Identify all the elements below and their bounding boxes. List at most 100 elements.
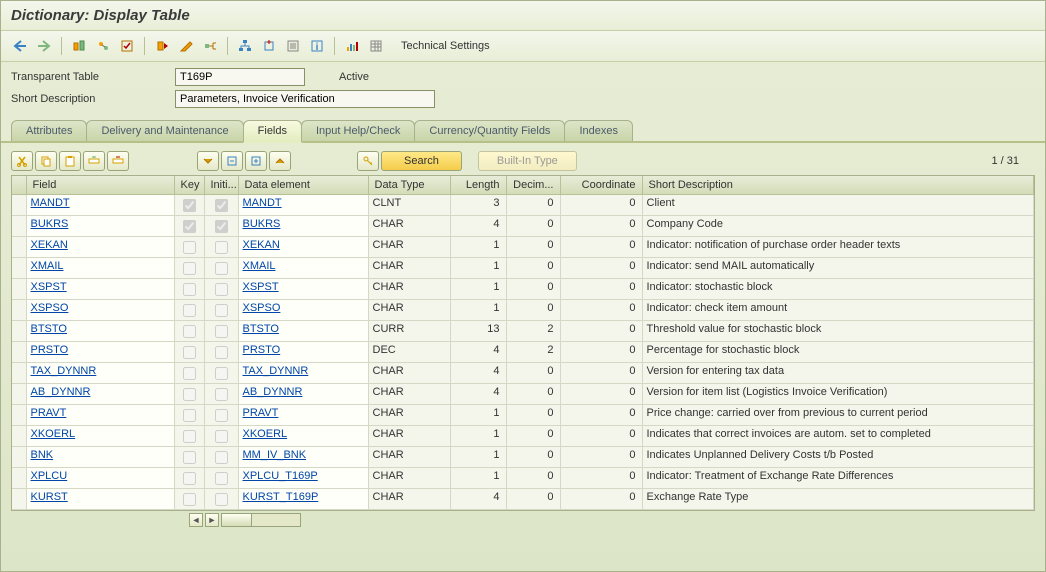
- data-element-cell[interactable]: AB_DYNNR: [239, 384, 368, 404]
- key-checkbox[interactable]: [174, 237, 204, 258]
- init-checkbox[interactable]: [204, 342, 238, 363]
- tab-fields[interactable]: Fields: [243, 120, 302, 143]
- field-name-cell[interactable]: BNK: [27, 447, 174, 467]
- key-icon[interactable]: [357, 151, 379, 171]
- row-handle[interactable]: [12, 489, 26, 510]
- tab-currency[interactable]: Currency/Quantity Fields: [414, 120, 565, 141]
- field-name-cell[interactable]: PRAVT: [27, 405, 174, 425]
- table-icon[interactable]: [365, 35, 387, 57]
- field-name-cell[interactable]: BTSTO: [27, 321, 174, 341]
- key-checkbox[interactable]: [174, 342, 204, 363]
- key-checkbox[interactable]: [174, 321, 204, 342]
- col-short-desc[interactable]: Short Description: [642, 176, 1034, 195]
- col-field[interactable]: Field: [26, 176, 174, 195]
- data-element-cell[interactable]: KURST_T169P: [239, 489, 368, 509]
- field-name-cell[interactable]: BUKRS: [27, 216, 174, 236]
- tab-indexes[interactable]: Indexes: [564, 120, 633, 141]
- field-name-cell[interactable]: XMAIL: [27, 258, 174, 278]
- init-checkbox[interactable]: [204, 237, 238, 258]
- activate-icon[interactable]: [151, 35, 173, 57]
- data-element-cell[interactable]: MM_IV_BNK: [239, 447, 368, 467]
- field-name-cell[interactable]: XPLCU: [27, 468, 174, 488]
- field-name-cell[interactable]: AB_DYNNR: [27, 384, 174, 404]
- scroll-left-icon[interactable]: ◄: [189, 513, 203, 527]
- hierarchy-icon[interactable]: [234, 35, 256, 57]
- row-handle[interactable]: [12, 195, 26, 216]
- horizontal-scrollbar[interactable]: ◄ ►: [11, 511, 1035, 529]
- col-decimals[interactable]: Decim...: [506, 176, 560, 195]
- key-checkbox[interactable]: [174, 468, 204, 489]
- field-name-cell[interactable]: PRSTO: [27, 342, 174, 362]
- tab-inputhelp[interactable]: Input Help/Check: [301, 120, 415, 141]
- data-element-cell[interactable]: XPLCU_T169P: [239, 468, 368, 488]
- collapse-icon[interactable]: [269, 151, 291, 171]
- info-icon[interactable]: i: [306, 35, 328, 57]
- row-handle[interactable]: [12, 426, 26, 447]
- expand-all-icon[interactable]: [197, 151, 219, 171]
- row-handle[interactable]: [12, 342, 26, 363]
- init-checkbox[interactable]: [204, 489, 238, 510]
- row-handle[interactable]: [12, 216, 26, 237]
- display-change-icon[interactable]: [68, 35, 90, 57]
- field-name-cell[interactable]: KURST: [27, 489, 174, 509]
- field-name-cell[interactable]: MANDT: [27, 195, 174, 215]
- tab-delivery[interactable]: Delivery and Maintenance: [86, 120, 243, 141]
- scroll-right-icon[interactable]: ►: [205, 513, 219, 527]
- field-name-cell[interactable]: XSPSO: [27, 300, 174, 320]
- col-key[interactable]: Key: [174, 176, 204, 195]
- data-element-cell[interactable]: MANDT: [239, 195, 368, 215]
- data-element-cell[interactable]: XKOERL: [239, 426, 368, 446]
- row-handle[interactable]: [12, 258, 26, 279]
- data-element-cell[interactable]: BUKRS: [239, 216, 368, 236]
- back-icon[interactable]: [9, 35, 31, 57]
- data-element-cell[interactable]: TAX_DYNNR: [239, 363, 368, 383]
- key-checkbox[interactable]: [174, 426, 204, 447]
- paste-icon[interactable]: [59, 151, 81, 171]
- field-name-cell[interactable]: XSPST: [27, 279, 174, 299]
- data-element-cell[interactable]: XEKAN: [239, 237, 368, 257]
- row-handle[interactable]: [12, 405, 26, 426]
- init-checkbox[interactable]: [204, 279, 238, 300]
- check-icon[interactable]: [116, 35, 138, 57]
- col-length[interactable]: Length: [450, 176, 506, 195]
- key-checkbox[interactable]: [174, 216, 204, 237]
- init-checkbox[interactable]: [204, 447, 238, 468]
- field-name-cell[interactable]: XEKAN: [27, 237, 174, 257]
- row-handle[interactable]: [12, 300, 26, 321]
- scroll-track[interactable]: [221, 513, 301, 527]
- technical-settings-label[interactable]: Technical Settings: [401, 40, 490, 52]
- data-element-cell[interactable]: PRSTO: [239, 342, 368, 362]
- row-handle[interactable]: [12, 468, 26, 489]
- key-checkbox[interactable]: [174, 258, 204, 279]
- col-data-element[interactable]: Data element: [238, 176, 368, 195]
- col-init[interactable]: Initi...: [204, 176, 238, 195]
- tab-attributes[interactable]: Attributes: [11, 120, 87, 141]
- data-element-cell[interactable]: BTSTO: [239, 321, 368, 341]
- cut-icon[interactable]: [11, 151, 33, 171]
- delete-row-icon[interactable]: [107, 151, 129, 171]
- key-checkbox[interactable]: [174, 489, 204, 510]
- data-element-cell[interactable]: XSPSO: [239, 300, 368, 320]
- row-handle[interactable]: [12, 447, 26, 468]
- short-desc-input[interactable]: [175, 90, 435, 108]
- data-element-cell[interactable]: XSPST: [239, 279, 368, 299]
- row-handle[interactable]: [12, 363, 26, 384]
- field-name-cell[interactable]: TAX_DYNNR: [27, 363, 174, 383]
- col-data-type[interactable]: Data Type: [368, 176, 450, 195]
- row-handle[interactable]: [12, 384, 26, 405]
- key-checkbox[interactable]: [174, 384, 204, 405]
- key-checkbox[interactable]: [174, 447, 204, 468]
- field-name-cell[interactable]: XKOERL: [27, 426, 174, 446]
- init-checkbox[interactable]: [204, 468, 238, 489]
- init-checkbox[interactable]: [204, 258, 238, 279]
- init-checkbox[interactable]: [204, 384, 238, 405]
- key-checkbox[interactable]: [174, 279, 204, 300]
- init-checkbox[interactable]: [204, 195, 238, 216]
- key-checkbox[interactable]: [174, 363, 204, 384]
- row-handle[interactable]: [12, 321, 26, 342]
- forward-icon[interactable]: [33, 35, 55, 57]
- other-object-icon[interactable]: [92, 35, 114, 57]
- init-checkbox[interactable]: [204, 405, 238, 426]
- row-handle[interactable]: [12, 237, 26, 258]
- row-handle[interactable]: [12, 279, 26, 300]
